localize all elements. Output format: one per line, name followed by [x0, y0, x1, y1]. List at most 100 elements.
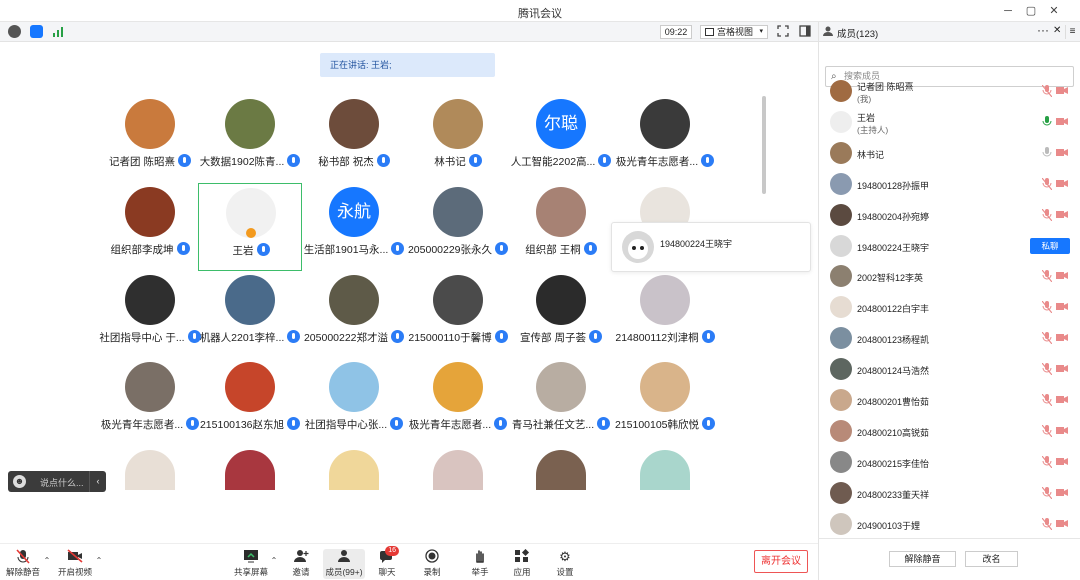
- leave-meeting-button[interactable]: 离开会议: [754, 550, 808, 573]
- apps-button[interactable]: 应用: [510, 548, 534, 579]
- members-button[interactable]: 成员(99+): [323, 549, 365, 579]
- camera-off-icon[interactable]: [1056, 364, 1068, 373]
- participant-tile[interactable]: 林书记: [406, 95, 510, 183]
- member-row[interactable]: 194800224王晓宇 私聊: [818, 232, 1080, 262]
- participant-tile[interactable]: 组织部 王桐: [509, 183, 613, 271]
- member-row[interactable]: 204800122白宇丰: [818, 293, 1080, 323]
- side-panel-toggle-icon[interactable]: [798, 25, 812, 39]
- camera-off-icon[interactable]: [1056, 395, 1068, 404]
- mute-options-chevron[interactable]: ⌃: [42, 556, 52, 580]
- camera-off-icon[interactable]: [1056, 519, 1068, 528]
- camera-off-icon[interactable]: [1056, 333, 1068, 342]
- participant-tile[interactable]: 215100105韩欣悦: [613, 358, 717, 446]
- participant-tile[interactable]: 社团指导中心张...: [302, 358, 406, 446]
- participant-tile[interactable]: 尔聪 人工智能2202高...: [509, 95, 613, 183]
- member-row[interactable]: 204800123杨程凯: [818, 324, 1080, 354]
- camera-off-icon[interactable]: [1056, 86, 1068, 95]
- participant-tile[interactable]: 宣传部 周子荟: [509, 271, 613, 359]
- share-options-chevron[interactable]: ⌃: [269, 556, 279, 580]
- participant-tile[interactable]: 永航 生活部1901马永...: [302, 183, 406, 271]
- minimize-button[interactable]: ─: [1000, 3, 1016, 19]
- camera-off-icon[interactable]: [1056, 271, 1068, 280]
- shield-icon[interactable]: [30, 25, 43, 38]
- private-chat-button[interactable]: 私聊: [1030, 237, 1070, 254]
- fullscreen-icon[interactable]: [776, 25, 790, 39]
- video-options-chevron[interactable]: ⌃: [94, 556, 104, 580]
- participant-tile[interactable]: 极光青年志愿者...: [98, 358, 202, 446]
- participant-tile[interactable]: 215000110于馨博: [406, 271, 510, 359]
- participant-tile[interactable]: 205000229张永久: [406, 183, 510, 271]
- mic-off-icon[interactable]: [1042, 394, 1052, 406]
- invite-button[interactable]: 邀请: [286, 549, 316, 579]
- camera-off-icon[interactable]: [1056, 488, 1068, 497]
- participant-tile[interactable]: 214800112刘津桐: [613, 271, 717, 359]
- mic-off-icon[interactable]: [1042, 517, 1052, 530]
- participant-tile[interactable]: 215100136赵东旭: [198, 358, 302, 446]
- info-icon[interactable]: [8, 25, 21, 38]
- member-row[interactable]: 204800233董天祥: [818, 479, 1080, 509]
- start-video-button[interactable]: 开启视频: [56, 549, 94, 579]
- signal-icon[interactable]: [52, 25, 65, 38]
- mic-off-icon[interactable]: [1042, 146, 1052, 159]
- participant-tile[interactable]: 组织部李成坤: [98, 183, 202, 271]
- mic-off-icon[interactable]: [1042, 455, 1052, 468]
- mic-off-icon[interactable]: [1042, 270, 1052, 283]
- member-row[interactable]: 2002智科12李英: [818, 262, 1080, 292]
- participant-tile[interactable]: 极光青年志愿者...: [406, 358, 510, 446]
- grid-scrollbar[interactable]: [762, 96, 766, 194]
- mic-off-icon[interactable]: [1042, 85, 1052, 97]
- mic-off-icon[interactable]: [1042, 424, 1052, 437]
- close-icon[interactable]: ✕: [1053, 25, 1061, 36]
- participant-tile[interactable]: 社团指导中心 于...: [98, 271, 202, 359]
- mic-off-icon[interactable]: [1042, 208, 1052, 221]
- member-row[interactable]: 204800210高锐茹: [818, 417, 1080, 447]
- member-row[interactable]: 王岩 (主持人): [818, 108, 1080, 138]
- mic-off-icon[interactable]: [1042, 301, 1052, 314]
- chat-button[interactable]: 聊天 16: [374, 546, 400, 579]
- more-icon[interactable]: ···: [1037, 23, 1049, 37]
- member-row[interactable]: 林书记: [818, 139, 1080, 169]
- participant-tile[interactable]: 记者团 陈昭熹: [98, 95, 202, 183]
- participant-tile[interactable]: 极光青年志愿者...: [613, 95, 717, 183]
- unmute-button[interactable]: 解除静音: [4, 549, 42, 579]
- member-row[interactable]: 记者团 陈昭熹 (我): [818, 77, 1080, 107]
- rename-button[interactable]: 改名: [965, 551, 1018, 567]
- participant-tile[interactable]: 机器人2201李梓...: [198, 271, 302, 359]
- camera-off-icon[interactable]: [1056, 117, 1068, 126]
- raise-hand-button[interactable]: 举手: [468, 549, 492, 579]
- view-mode-dropdown[interactable]: 宫格视图 ▾: [700, 25, 768, 39]
- settings-button[interactable]: ⚙ 设置: [553, 549, 577, 579]
- share-screen-button[interactable]: 共享屏幕: [234, 549, 268, 579]
- unmute-all-button[interactable]: 解除静音: [889, 551, 956, 567]
- member-row[interactable]: 194800204孙宛婷: [818, 201, 1080, 231]
- participant-tile[interactable]: 205000222郑才溢: [302, 271, 406, 359]
- member-row[interactable]: 204900103于娌: [818, 510, 1080, 540]
- camera-off-icon[interactable]: [1056, 210, 1068, 219]
- participant-tile[interactable]: 青马社兼任文艺...: [509, 358, 613, 446]
- camera-off-icon[interactable]: [1056, 302, 1068, 311]
- menu-icon[interactable]: ≡: [1065, 25, 1079, 39]
- participant-tile-active[interactable]: 王岩: [198, 183, 302, 271]
- camera-off-icon[interactable]: [1056, 179, 1068, 188]
- mic-off-icon[interactable]: [1042, 486, 1052, 499]
- member-row[interactable]: 204800201曹怡茹: [818, 386, 1080, 416]
- camera-off-icon[interactable]: [1056, 426, 1068, 435]
- participant-tile[interactable]: 秘书部 祝杰: [302, 95, 406, 183]
- record-button[interactable]: 录制: [420, 549, 444, 579]
- mic-off-icon[interactable]: [1042, 332, 1052, 345]
- collapse-chat-button[interactable]: ‹: [89, 471, 106, 492]
- member-row[interactable]: 194800128孙振甲: [818, 170, 1080, 200]
- camera-off-icon[interactable]: [1056, 457, 1068, 466]
- participant-hover-card[interactable]: 194800224王晓宇: [611, 222, 811, 272]
- close-button[interactable]: ✕: [1046, 3, 1062, 19]
- mic-off-icon[interactable]: [1042, 363, 1052, 376]
- mic-on-icon[interactable]: [1042, 115, 1052, 128]
- member-row[interactable]: 204800215李佳怡: [818, 448, 1080, 478]
- camera-off-icon[interactable]: [1056, 148, 1068, 157]
- mic-off-icon[interactable]: [1042, 177, 1052, 190]
- participant-tile[interactable]: 大数据1902陈青...: [198, 95, 302, 183]
- member-row[interactable]: 204800124马浩然: [818, 355, 1080, 385]
- emoji-icon[interactable]: ☻: [13, 475, 26, 488]
- chat-quick-input[interactable]: ☻ 说点什么... ‹: [8, 471, 106, 492]
- restore-button[interactable]: ▢: [1023, 3, 1039, 19]
